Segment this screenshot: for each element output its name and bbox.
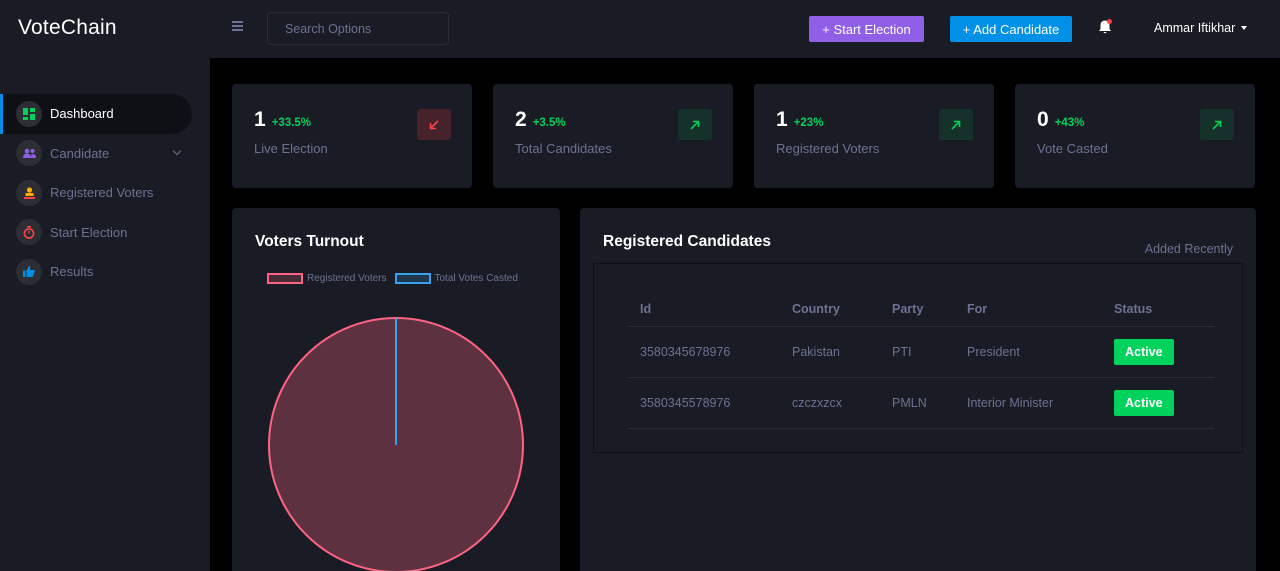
sidebar-item-label: Registered Voters xyxy=(50,185,154,201)
cell-id: 3580345678976 xyxy=(628,326,780,378)
cell-country: Pakistan xyxy=(780,326,880,378)
table-row[interactable]: 3580345578976 czczxzcx PMLN Interior Min… xyxy=(628,377,1214,429)
sidebar-item-start-election[interactable]: Start Election xyxy=(0,213,192,253)
cell-for: Interior Minister xyxy=(955,377,1102,429)
stat-label: Vote Casted xyxy=(1037,141,1108,156)
added-recently-link[interactable]: Added Recently xyxy=(1145,242,1233,256)
add-candidate-button[interactable]: + Add Candidate xyxy=(950,16,1072,42)
user-menu[interactable]: Ammar Iftikhar xyxy=(1154,21,1248,35)
status-badge: Active xyxy=(1114,338,1174,365)
timer-icon xyxy=(16,219,42,246)
stat-card-registered-voters: 1 +23% Registered Voters xyxy=(754,84,994,188)
sidebar-item-label: Start Election xyxy=(50,224,128,240)
cell-id: 3580345578976 xyxy=(628,377,780,429)
legend-label-votes: Total Votes Casted xyxy=(434,273,518,284)
stat-card-total-candidates: 2 +3.5% Total Candidates xyxy=(493,84,733,188)
sidebar-item-label: Results xyxy=(50,264,94,280)
voter-icon xyxy=(16,179,42,206)
sidebar-item-registered-voters[interactable]: Registered Voters xyxy=(0,173,192,213)
stat-change: +23% xyxy=(793,117,824,129)
stat-label: Live Election xyxy=(254,141,328,156)
column-header-for[interactable]: For xyxy=(955,293,1102,327)
start-election-button[interactable]: + Start Election xyxy=(809,16,924,42)
stat-card-vote-casted: 0 +43% Vote Casted xyxy=(1015,84,1255,188)
cell-party: PTI xyxy=(880,326,955,378)
sidebar-item-label: Dashboard xyxy=(50,106,114,122)
sidebar-item-label: Candidate xyxy=(50,145,110,161)
sidebar-nav: Dashboard Candidate Registered Voters St… xyxy=(0,94,210,292)
sidebar-item-dashboard[interactable]: Dashboard xyxy=(0,94,192,134)
topbar: + Start Election + Add Candidate Ammar I… xyxy=(210,0,1280,58)
table-header-row: Id Country Party For Status xyxy=(628,293,1214,327)
status-badge: Active xyxy=(1114,389,1174,416)
chart-legend: Registered Voters Total Votes Casted xyxy=(267,273,518,284)
thumbs-up-icon xyxy=(16,258,42,285)
bell-icon[interactable] xyxy=(1098,19,1112,35)
stat-value: 1 xyxy=(776,108,788,131)
chevron-down-icon[interactable] xyxy=(172,146,182,155)
search-input[interactable] xyxy=(267,12,449,45)
registered-candidates-card: Registered Candidates Added Recently Id … xyxy=(580,208,1256,571)
menu-toggle-icon[interactable] xyxy=(232,21,243,33)
card-title: Voters Turnout xyxy=(255,233,364,250)
candidates-table: Id Country Party For Status 358034567897… xyxy=(628,293,1214,429)
column-header-id[interactable]: Id xyxy=(628,293,780,327)
cell-party: PMLN xyxy=(880,377,955,429)
legend-swatch-votes xyxy=(394,273,431,284)
caret-down-icon xyxy=(1241,26,1248,30)
table-row[interactable]: 3580345678976 Pakistan PTI President Act… xyxy=(628,326,1214,378)
arrow-down-left-icon xyxy=(417,109,451,140)
main-content: 1 +33.5% Live Election 2 +3.5% Total Can… xyxy=(210,58,1280,571)
card-title: Registered Candidates xyxy=(603,233,771,250)
stat-card-live-election: 1 +33.5% Live Election xyxy=(232,84,472,188)
cell-for: President xyxy=(955,326,1102,378)
stat-change: +33.5% xyxy=(271,117,312,129)
stat-change: +3.5% xyxy=(532,117,566,129)
arrow-up-right-icon xyxy=(939,109,973,140)
column-header-status[interactable]: Status xyxy=(1102,293,1214,327)
stat-value: 2 xyxy=(515,108,527,131)
stat-label: Registered Voters xyxy=(776,141,880,156)
legend-swatch-registered xyxy=(267,273,303,284)
cell-status: Active xyxy=(1102,377,1214,429)
brand-logo[interactable]: VoteChain xyxy=(18,16,117,40)
sidebar-item-results[interactable]: Results xyxy=(0,252,192,292)
voters-turnout-pie-chart xyxy=(268,317,524,571)
sidebar-item-candidate[interactable]: Candidate xyxy=(0,134,192,174)
stat-value: 1 xyxy=(254,108,266,131)
user-name: Ammar Iftikhar xyxy=(1154,21,1236,35)
cell-country: czczxzcx xyxy=(780,377,880,429)
column-header-country[interactable]: Country xyxy=(780,293,880,327)
legend-label-registered: Registered Voters xyxy=(307,273,387,284)
voters-turnout-card: Voters Turnout Registered Voters Total V… xyxy=(232,208,560,571)
arrow-up-right-icon xyxy=(1200,109,1234,140)
arrow-up-right-icon xyxy=(678,109,712,140)
users-icon xyxy=(16,140,42,167)
stat-label: Total Candidates xyxy=(515,141,612,156)
stat-value: 0 xyxy=(1037,108,1049,131)
grid-icon xyxy=(16,100,42,127)
candidates-table-container: Id Country Party For Status 358034567897… xyxy=(593,263,1243,453)
stat-change: +43% xyxy=(1054,117,1085,129)
cell-status: Active xyxy=(1102,326,1214,378)
sidebar: VoteChain Dashboard Candidate Registered… xyxy=(0,0,210,571)
column-header-party[interactable]: Party xyxy=(880,293,955,327)
